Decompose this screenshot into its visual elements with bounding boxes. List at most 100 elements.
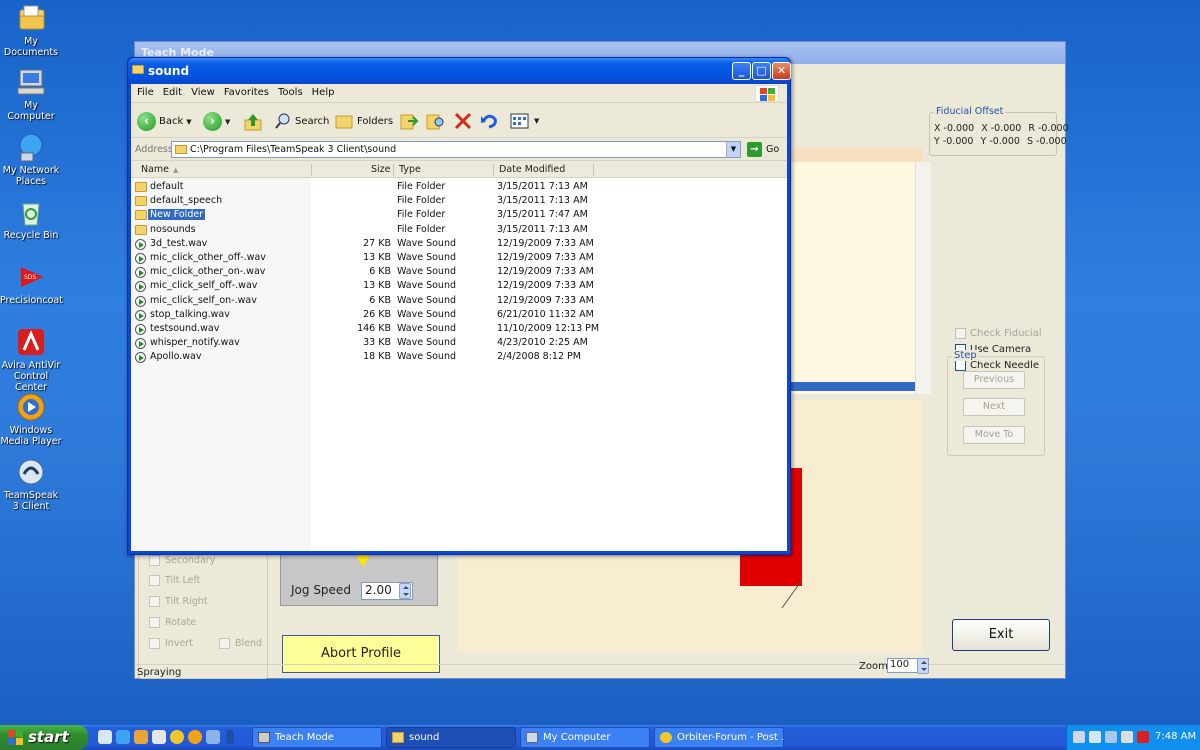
column-name[interactable]: Name	[141, 164, 169, 175]
file-date: 3/15/2011 7:13 AM	[497, 223, 588, 235]
file-date: 12/19/2009 7:33 AM	[497, 280, 594, 292]
desktop-icon-my-documents[interactable]: My Documents	[0, 2, 62, 58]
delete-button[interactable]	[453, 112, 473, 130]
menu-edit[interactable]: Edit	[163, 84, 189, 102]
back-dropdown-icon[interactable]: ▼	[186, 118, 191, 126]
maximize-button[interactable]: □	[752, 62, 771, 80]
file-row[interactable]: default_speech File Folder 3/15/2011 7:13 …	[131, 194, 787, 208]
undo-button[interactable]	[479, 112, 499, 130]
jog-arrow-icon[interactable]	[356, 555, 370, 567]
network-tray-icon[interactable]	[1073, 731, 1085, 743]
zoom-spinner[interactable]	[917, 658, 929, 674]
teamspeak-tray-icon[interactable]	[1089, 731, 1101, 743]
copy-to-icon	[426, 114, 444, 130]
close-button[interactable]: ✕	[772, 62, 791, 80]
file-row[interactable]: mic_click_self_on-.wav 6 KB Wave Sound 12/1…	[131, 294, 787, 308]
option-secondary[interactable]: Secondary	[149, 555, 215, 566]
fiducial-row-2: Y -0.000 Y -0.000 S -0.000	[934, 136, 1067, 147]
file-type: File Folder	[397, 195, 446, 207]
minimize-button[interactable]: _	[732, 62, 751, 80]
quicklaunch-explorer-icon[interactable]	[134, 730, 148, 744]
desktop-icon-media-player[interactable]: Windows Media Player	[0, 391, 62, 447]
column-type[interactable]: Type	[399, 164, 421, 175]
file-row[interactable]: New Folder File Folder 3/15/2011 7:47 AM	[131, 208, 787, 222]
file-row[interactable]: 3d_test.wav 27 KB Wave Sound 12/19/2009 7:3…	[131, 237, 787, 251]
menu-view[interactable]: View	[191, 84, 222, 102]
avira-tray-icon[interactable]	[1137, 731, 1149, 743]
forward-dropdown-icon[interactable]: ▼	[225, 118, 230, 126]
file-row[interactable]: testsound.wav 146 KB Wave Sound 11/10/2009 …	[131, 322, 787, 336]
file-date: 3/15/2011 7:13 AM	[497, 195, 588, 207]
option-tilt-right[interactable]: Tilt Right	[149, 596, 208, 607]
media-player-icon	[15, 391, 47, 423]
file-row[interactable]: Apollo.wav 18 KB Wave Sound 2/4/2008 8:12 P…	[131, 350, 787, 364]
option-blend[interactable]: Blend	[219, 638, 262, 649]
monitor-tray-icon[interactable]	[1105, 731, 1117, 743]
address-dropdown-icon[interactable]: ▼	[726, 142, 740, 157]
menu-favorites[interactable]: Favorites	[224, 84, 276, 102]
column-size[interactable]: Size	[371, 164, 391, 175]
quicklaunch-chrome-icon[interactable]	[170, 730, 184, 744]
option-rotate[interactable]: Rotate	[149, 617, 196, 628]
desktop-icon-avira[interactable]: Avira AntiVir Control Center	[0, 326, 62, 393]
desktop-icon-my-computer[interactable]: My Computer	[0, 66, 62, 122]
back-button[interactable]: ‹ Back ▼	[137, 112, 192, 131]
file-size: 27 KB	[363, 237, 391, 249]
status-text: Spraying	[137, 667, 182, 678]
search-button[interactable]: Search	[274, 112, 329, 130]
column-date-modified[interactable]: Date Modified	[499, 164, 565, 175]
file-row[interactable]: mic_click_other_off-.wav 13 KB Wave Sound 1…	[131, 251, 787, 265]
move-to-button[interactable]: Move To	[963, 426, 1025, 444]
tool-tray-icon[interactable]	[1121, 731, 1133, 743]
file-list[interactable]: Name ▲ Size Type Date Modified default Fi…	[131, 162, 787, 551]
forward-button[interactable]: › ▼	[203, 112, 230, 131]
desktop-icon-precisioncoat[interactable]: SDS Precisioncoat	[0, 261, 63, 306]
go-button[interactable]: → Go	[747, 142, 779, 157]
quicklaunch-media-player-icon[interactable]	[188, 730, 202, 744]
views-dropdown-icon[interactable]: ▼	[534, 117, 539, 125]
menu-help[interactable]: Help	[312, 84, 342, 102]
option-invert[interactable]: Invert	[149, 638, 193, 649]
file-row[interactable]: mic_click_self_off-.wav 13 KB Wave Sound 12…	[131, 279, 787, 293]
desktop-icon-recycle-bin[interactable]: Recycle Bin	[0, 196, 62, 241]
folder-icon	[135, 182, 147, 192]
views-button[interactable]: ▼	[509, 112, 539, 130]
teach-list-scrollbar[interactable]	[915, 162, 931, 394]
jog-speed-spinner[interactable]	[399, 583, 411, 599]
file-row[interactable]: stop_talking.wav 26 KB Wave Sound 6/21/2010…	[131, 308, 787, 322]
task-my-computer[interactable]: My Computer	[520, 727, 650, 748]
task-teach-mode[interactable]: Teach Mode	[252, 727, 382, 748]
next-button[interactable]: Next	[963, 398, 1025, 416]
task-orbiter-forum[interactable]: Orbiter-Forum - Post ...	[654, 727, 784, 748]
explorer-window[interactable]: sound _ □ ✕ File Edit View Favorites Too…	[127, 57, 791, 555]
move-to-folder-button[interactable]	[399, 112, 419, 130]
file-list-header: Name ▲ Size Type Date Modified	[131, 162, 787, 178]
address-input[interactable]: C:\Program Files\TeamSpeak 3 Client\soun…	[171, 141, 741, 158]
address-bar: Address C:\Program Files\TeamSpeak 3 Cli…	[131, 139, 787, 161]
menu-tools[interactable]: Tools	[278, 84, 310, 102]
explorer-title-bar[interactable]: sound _ □ ✕	[128, 58, 791, 84]
file-row[interactable]: mic_click_other_on-.wav 6 KB Wave Sound 12/…	[131, 265, 787, 279]
quicklaunch-more-icon[interactable]	[226, 730, 234, 744]
file-row[interactable]: whisper_notify.wav 33 KB Wave Sound 4/23/20…	[131, 336, 787, 350]
fiducial-offset-title: Fiducial Offset	[934, 106, 1006, 117]
quicklaunch-tool-icon[interactable]	[206, 730, 220, 744]
option-tilt-left[interactable]: Tilt Left	[149, 575, 200, 586]
file-row[interactable]: default File Folder 3/15/2011 7:13 AM	[131, 180, 787, 194]
quicklaunch-teamspeak-icon[interactable]	[98, 730, 112, 744]
menu-file[interactable]: File	[137, 84, 161, 102]
exit-button[interactable]: Exit	[952, 619, 1050, 651]
quicklaunch-notepad-icon[interactable]	[152, 730, 166, 744]
check-fiducial-checkbox[interactable]: Check Fiducial	[955, 328, 1042, 339]
start-button[interactable]: start	[0, 725, 88, 750]
folders-icon	[335, 115, 353, 129]
up-folder-button[interactable]	[243, 112, 263, 132]
quicklaunch-ie-icon[interactable]	[116, 730, 130, 744]
task-sound[interactable]: sound	[386, 727, 516, 748]
copy-to-folder-button[interactable]	[425, 112, 445, 130]
file-row[interactable]: nosounds File Folder 3/15/2011 7:13 AM	[131, 223, 787, 237]
folders-button[interactable]: Folders	[334, 112, 393, 130]
previous-button[interactable]: Previous	[963, 371, 1025, 389]
desktop-icon-network[interactable]: My Network Places	[0, 131, 62, 187]
desktop-icon-teamspeak[interactable]: TeamSpeak 3 Client	[0, 456, 62, 512]
